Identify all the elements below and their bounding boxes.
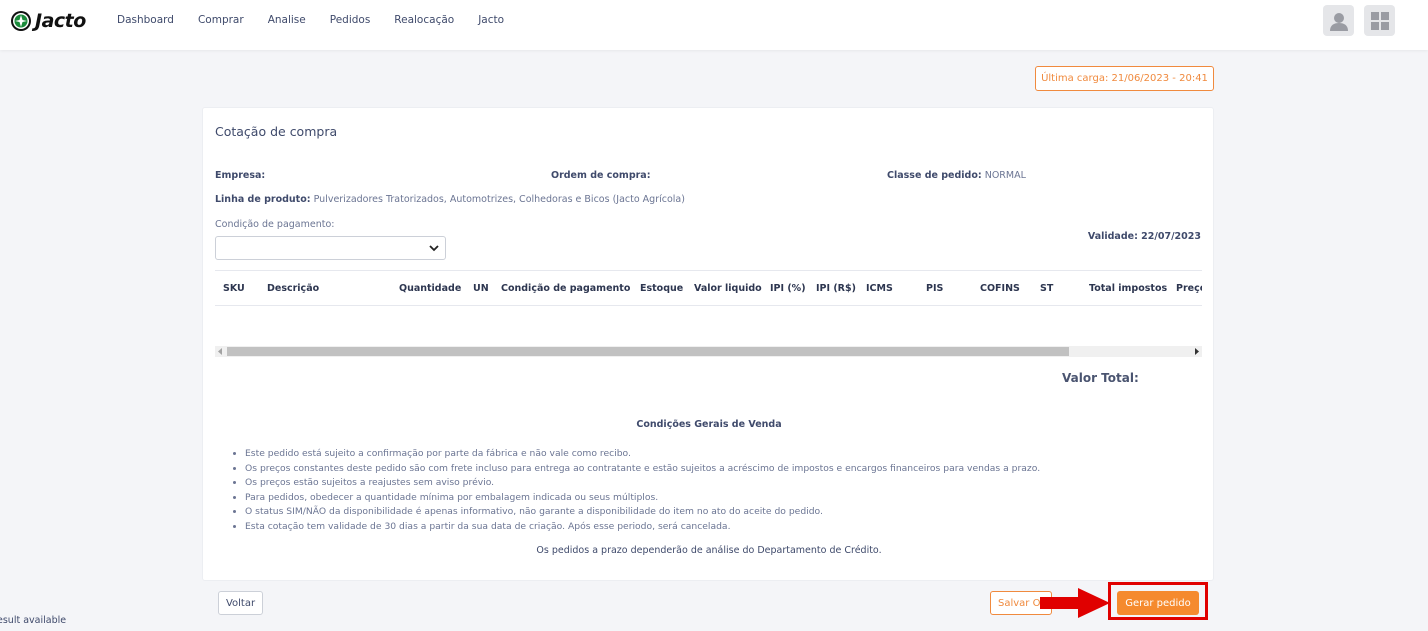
terms-item: Este pedido está sujeito a confirmação p… (245, 447, 1040, 462)
brand-name: Jacto (35, 10, 86, 32)
col-ipi-percent: IPI (%) (770, 283, 806, 294)
quote-card: Cotação de compra Empresa: Ordem de comp… (202, 107, 1214, 581)
nav-comprar[interactable]: Comprar (198, 14, 244, 26)
terms-list: Este pedido está sujeito a confirmação p… (245, 447, 1040, 535)
credit-note: Os pedidos a prazo dependerão de análise… (536, 545, 882, 556)
nav-jacto[interactable]: Jacto (478, 14, 504, 26)
nav-dashboard[interactable]: Dashboard (117, 14, 174, 26)
nav-analise[interactable]: Analise (268, 14, 306, 26)
nav-realocacao[interactable]: Realocação (394, 14, 454, 26)
col-un: UN (473, 283, 489, 294)
terms-item: Para pedidos, obedecer a quantidade míni… (245, 491, 1040, 506)
user-avatar-icon (1329, 12, 1348, 31)
terms-title: Condições Gerais de Venda (636, 419, 782, 430)
payment-condition-select[interactable] (215, 236, 446, 260)
validity-date: Validade: 22/07/2023 (1087, 231, 1201, 242)
nav-pedidos[interactable]: Pedidos (330, 14, 371, 26)
chevron-down-icon (429, 245, 439, 252)
main-nav: Dashboard Comprar Analise Pedidos Realoc… (117, 14, 528, 26)
top-navbar: Jacto Dashboard Comprar Analise Pedidos … (0, 0, 1428, 50)
last-load-badge: Última carga: 21/06/2023 - 20:41 (1035, 66, 1214, 91)
ordem-field: Ordem de compra: (551, 170, 651, 181)
terms-item: O status SIM/NÃO da disponibilidade é ap… (245, 505, 1040, 520)
col-total-impostos: Total impostos (1089, 283, 1168, 294)
terms-item: Os preços estão sujeitos a reajustes sem… (245, 476, 1040, 491)
col-condicao-pagamento: Condição de pagamento (501, 283, 631, 294)
scroll-right-arrow-icon[interactable] (1194, 348, 1200, 355)
classe-value: NORMAL (984, 170, 1026, 181)
col-sku: SKU (223, 283, 245, 294)
generate-order-button[interactable]: Gerar pedido (1117, 591, 1199, 615)
classe-label: Classe de pedido: (887, 170, 982, 181)
items-table-header: SKU Descrição Quantidade UN Condição de … (215, 270, 1202, 306)
scrollbar-thumb[interactable] (227, 347, 1069, 356)
col-quantidade: Quantidade (399, 283, 462, 294)
classe-field: Classe de pedido: NORMAL (887, 170, 1026, 181)
col-cofins: COFINS (980, 283, 1020, 294)
valor-total-label: Valor Total: (1062, 371, 1139, 385)
status-text: esult available (0, 615, 67, 626)
ordem-label: Ordem de compra: (551, 170, 651, 181)
apps-menu-button[interactable] (1364, 5, 1395, 36)
col-pis: PIS (926, 283, 944, 294)
col-st: ST (1040, 283, 1054, 294)
page-title: Cotação de compra (215, 124, 338, 139)
col-ipi-reais: IPI (R$) (816, 283, 856, 294)
empresa-label: Empresa: (215, 170, 266, 181)
col-icms: ICMS (866, 283, 893, 294)
payment-condition-label: Condição de pagamento: (215, 219, 335, 230)
jacto-logo-icon (11, 11, 31, 31)
col-descricao: Descrição (267, 283, 320, 294)
red-arrow-annotation-icon (1040, 588, 1110, 618)
user-menu-button[interactable] (1323, 5, 1354, 36)
terms-item: Esta cotação tem validade de 30 dias a p… (245, 520, 1040, 535)
back-button[interactable]: Voltar (218, 591, 263, 615)
jacto-logo[interactable]: Jacto (10, 9, 98, 33)
terms-item: Os preços constantes deste pedido são co… (245, 462, 1040, 477)
table-horizontal-scrollbar[interactable] (215, 346, 1202, 357)
grid-apps-icon (1370, 11, 1389, 30)
linha-field: Linha de produto: Pulverizadores Tratori… (215, 194, 685, 205)
empresa-field: Empresa: (215, 170, 265, 181)
linha-label: Linha de produto: (215, 194, 311, 205)
scroll-left-arrow-icon[interactable] (217, 348, 223, 355)
col-valor-liquido: Valor liquido (694, 283, 762, 294)
linha-value: Pulverizadores Tratorizados, Automotrize… (313, 194, 685, 205)
col-estoque: Estoque (640, 283, 684, 294)
col-preco: Preço (1176, 283, 1202, 294)
